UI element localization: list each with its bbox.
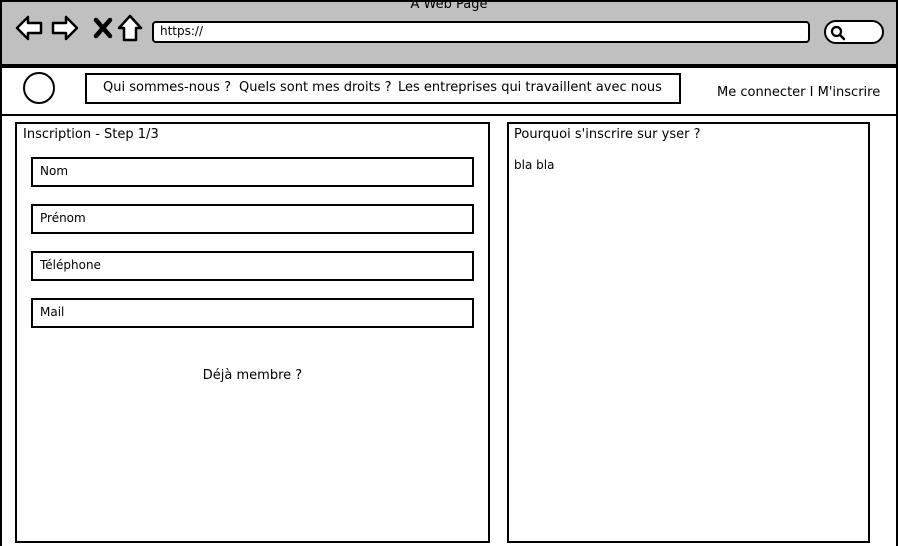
email-field[interactable] [31, 298, 474, 328]
why-signup-title: Pourquoi s'inscrire sur yser ? [514, 127, 701, 142]
firstname-field[interactable] [31, 204, 474, 234]
site-logo[interactable] [23, 72, 55, 104]
already-member-link[interactable]: Déjà membre ? [15, 368, 490, 383]
firstname-input[interactable] [40, 211, 465, 225]
name-input[interactable] [40, 164, 465, 178]
back-arrow-icon[interactable] [14, 13, 44, 43]
search-icon [830, 25, 846, 41]
why-signup-body: bla bla [514, 158, 555, 172]
registration-title: Inscription - Step 1/3 [23, 127, 159, 142]
phone-input[interactable] [40, 258, 465, 272]
close-x-icon[interactable] [88, 13, 118, 43]
window-right-border [870, 116, 898, 546]
menu-item-rights[interactable]: Quels sont mes droits ? [239, 80, 392, 95]
email-input[interactable] [40, 305, 465, 319]
window-left-border [0, 116, 2, 546]
menu-item-about[interactable]: Qui sommes-nous ? [103, 80, 231, 95]
signup-link[interactable]: M'inscrire [818, 85, 881, 100]
menu-item-companies[interactable]: Les entreprises qui travaillent avec nou… [398, 80, 662, 95]
search-button[interactable] [824, 20, 884, 44]
url-bar[interactable]: https:// [152, 21, 810, 43]
forward-arrow-icon[interactable] [50, 13, 80, 43]
phone-field[interactable] [31, 251, 474, 281]
name-field[interactable] [31, 157, 474, 187]
login-link[interactable]: Me connecter [717, 85, 806, 100]
why-signup-panel [507, 122, 870, 543]
window-title: A Web Page [410, 0, 488, 12]
home-icon[interactable] [115, 13, 145, 43]
auth-separator: I [809, 85, 814, 100]
auth-links: Me connecter I M'inscrire [717, 85, 880, 100]
